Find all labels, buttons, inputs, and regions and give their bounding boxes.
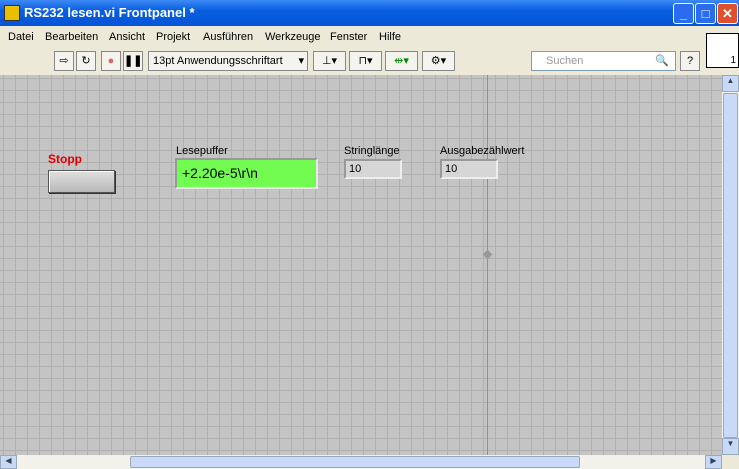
minimize-button[interactable]: _: [673, 3, 694, 24]
stopp-button[interactable]: [48, 170, 115, 193]
ausgabe-indicator: 10: [440, 159, 498, 179]
menu-datei[interactable]: Datei: [8, 31, 34, 43]
reorder-icon[interactable]: ⚙▾: [422, 51, 455, 71]
vertical-scrollbar[interactable]: ▲ ▼: [722, 75, 739, 455]
origin-marker: [482, 249, 493, 260]
stringlaenge-label: Stringlänge: [344, 145, 400, 157]
close-button[interactable]: ✕: [717, 3, 738, 24]
scroll-left-icon[interactable]: ◀: [0, 455, 17, 469]
align-objects-icon[interactable]: ⊥▾: [313, 51, 346, 71]
menu-werkzeuge[interactable]: Werkzeuge: [265, 31, 320, 43]
scroll-down-icon[interactable]: ▼: [722, 438, 739, 455]
distribute-objects-icon[interactable]: ⊓▾: [349, 51, 382, 71]
menu-ansicht[interactable]: Ansicht: [109, 31, 145, 43]
menu-bar: Datei Bearbeiten Ansicht Projekt Ausführ…: [0, 27, 700, 47]
scroll-up-icon[interactable]: ▲: [722, 75, 739, 92]
chevron-down-icon: ▾: [298, 55, 304, 67]
search-icon[interactable]: 🔍: [655, 52, 669, 70]
title-bar: RS232 lesen.vi Frontpanel * _ □ ✕: [0, 0, 739, 26]
horizontal-scroll-thumb[interactable]: [130, 456, 580, 468]
stopp-label: Stopp: [48, 152, 82, 166]
ausgabe-label: Ausgabezählwert: [440, 145, 525, 157]
lesepuffer-indicator: +2.20e-5\r\n: [175, 158, 318, 189]
menu-hilfe[interactable]: Hilfe: [379, 31, 401, 43]
vi-icon-number: 1: [730, 55, 736, 66]
front-panel: Stopp Lesepuffer +2.20e-5\r\n Stringläng…: [0, 75, 722, 455]
labview-vi-icon: [4, 5, 20, 21]
vi-connector-icon[interactable]: 1: [706, 33, 739, 68]
scroll-right-icon[interactable]: ▶: [705, 455, 722, 469]
lesepuffer-label: Lesepuffer: [176, 145, 228, 157]
horizontal-scrollbar[interactable]: ◀ ▶: [0, 455, 722, 469]
stringlaenge-indicator: 10: [344, 159, 402, 179]
abort-icon[interactable]: ●: [101, 51, 121, 71]
panel-origin-line: [487, 75, 488, 455]
font-select-value: 13pt Anwendungsschriftart: [153, 55, 283, 67]
search-input[interactable]: Suchen 🔍: [531, 51, 676, 71]
menu-fenster[interactable]: Fenster: [330, 31, 367, 43]
search-placeholder: Suchen: [546, 55, 584, 67]
resize-objects-icon[interactable]: ⇹▾: [385, 51, 418, 71]
window-title: RS232 lesen.vi Frontpanel *: [24, 5, 195, 20]
pause-icon[interactable]: ❚❚: [123, 51, 143, 71]
vertical-scroll-thumb[interactable]: [723, 93, 738, 438]
menu-projekt[interactable]: Projekt: [156, 31, 190, 43]
run-arrow-icon[interactable]: ⇨: [54, 51, 74, 71]
help-button[interactable]: ?: [680, 51, 700, 71]
menu-ausfuehren[interactable]: Ausführen: [203, 31, 253, 43]
menu-bearbeiten[interactable]: Bearbeiten: [45, 31, 98, 43]
maximize-button[interactable]: □: [695, 3, 716, 24]
run-continuously-icon[interactable]: ↻: [76, 51, 96, 71]
font-select[interactable]: 13pt Anwendungsschriftart ▾: [148, 51, 308, 71]
